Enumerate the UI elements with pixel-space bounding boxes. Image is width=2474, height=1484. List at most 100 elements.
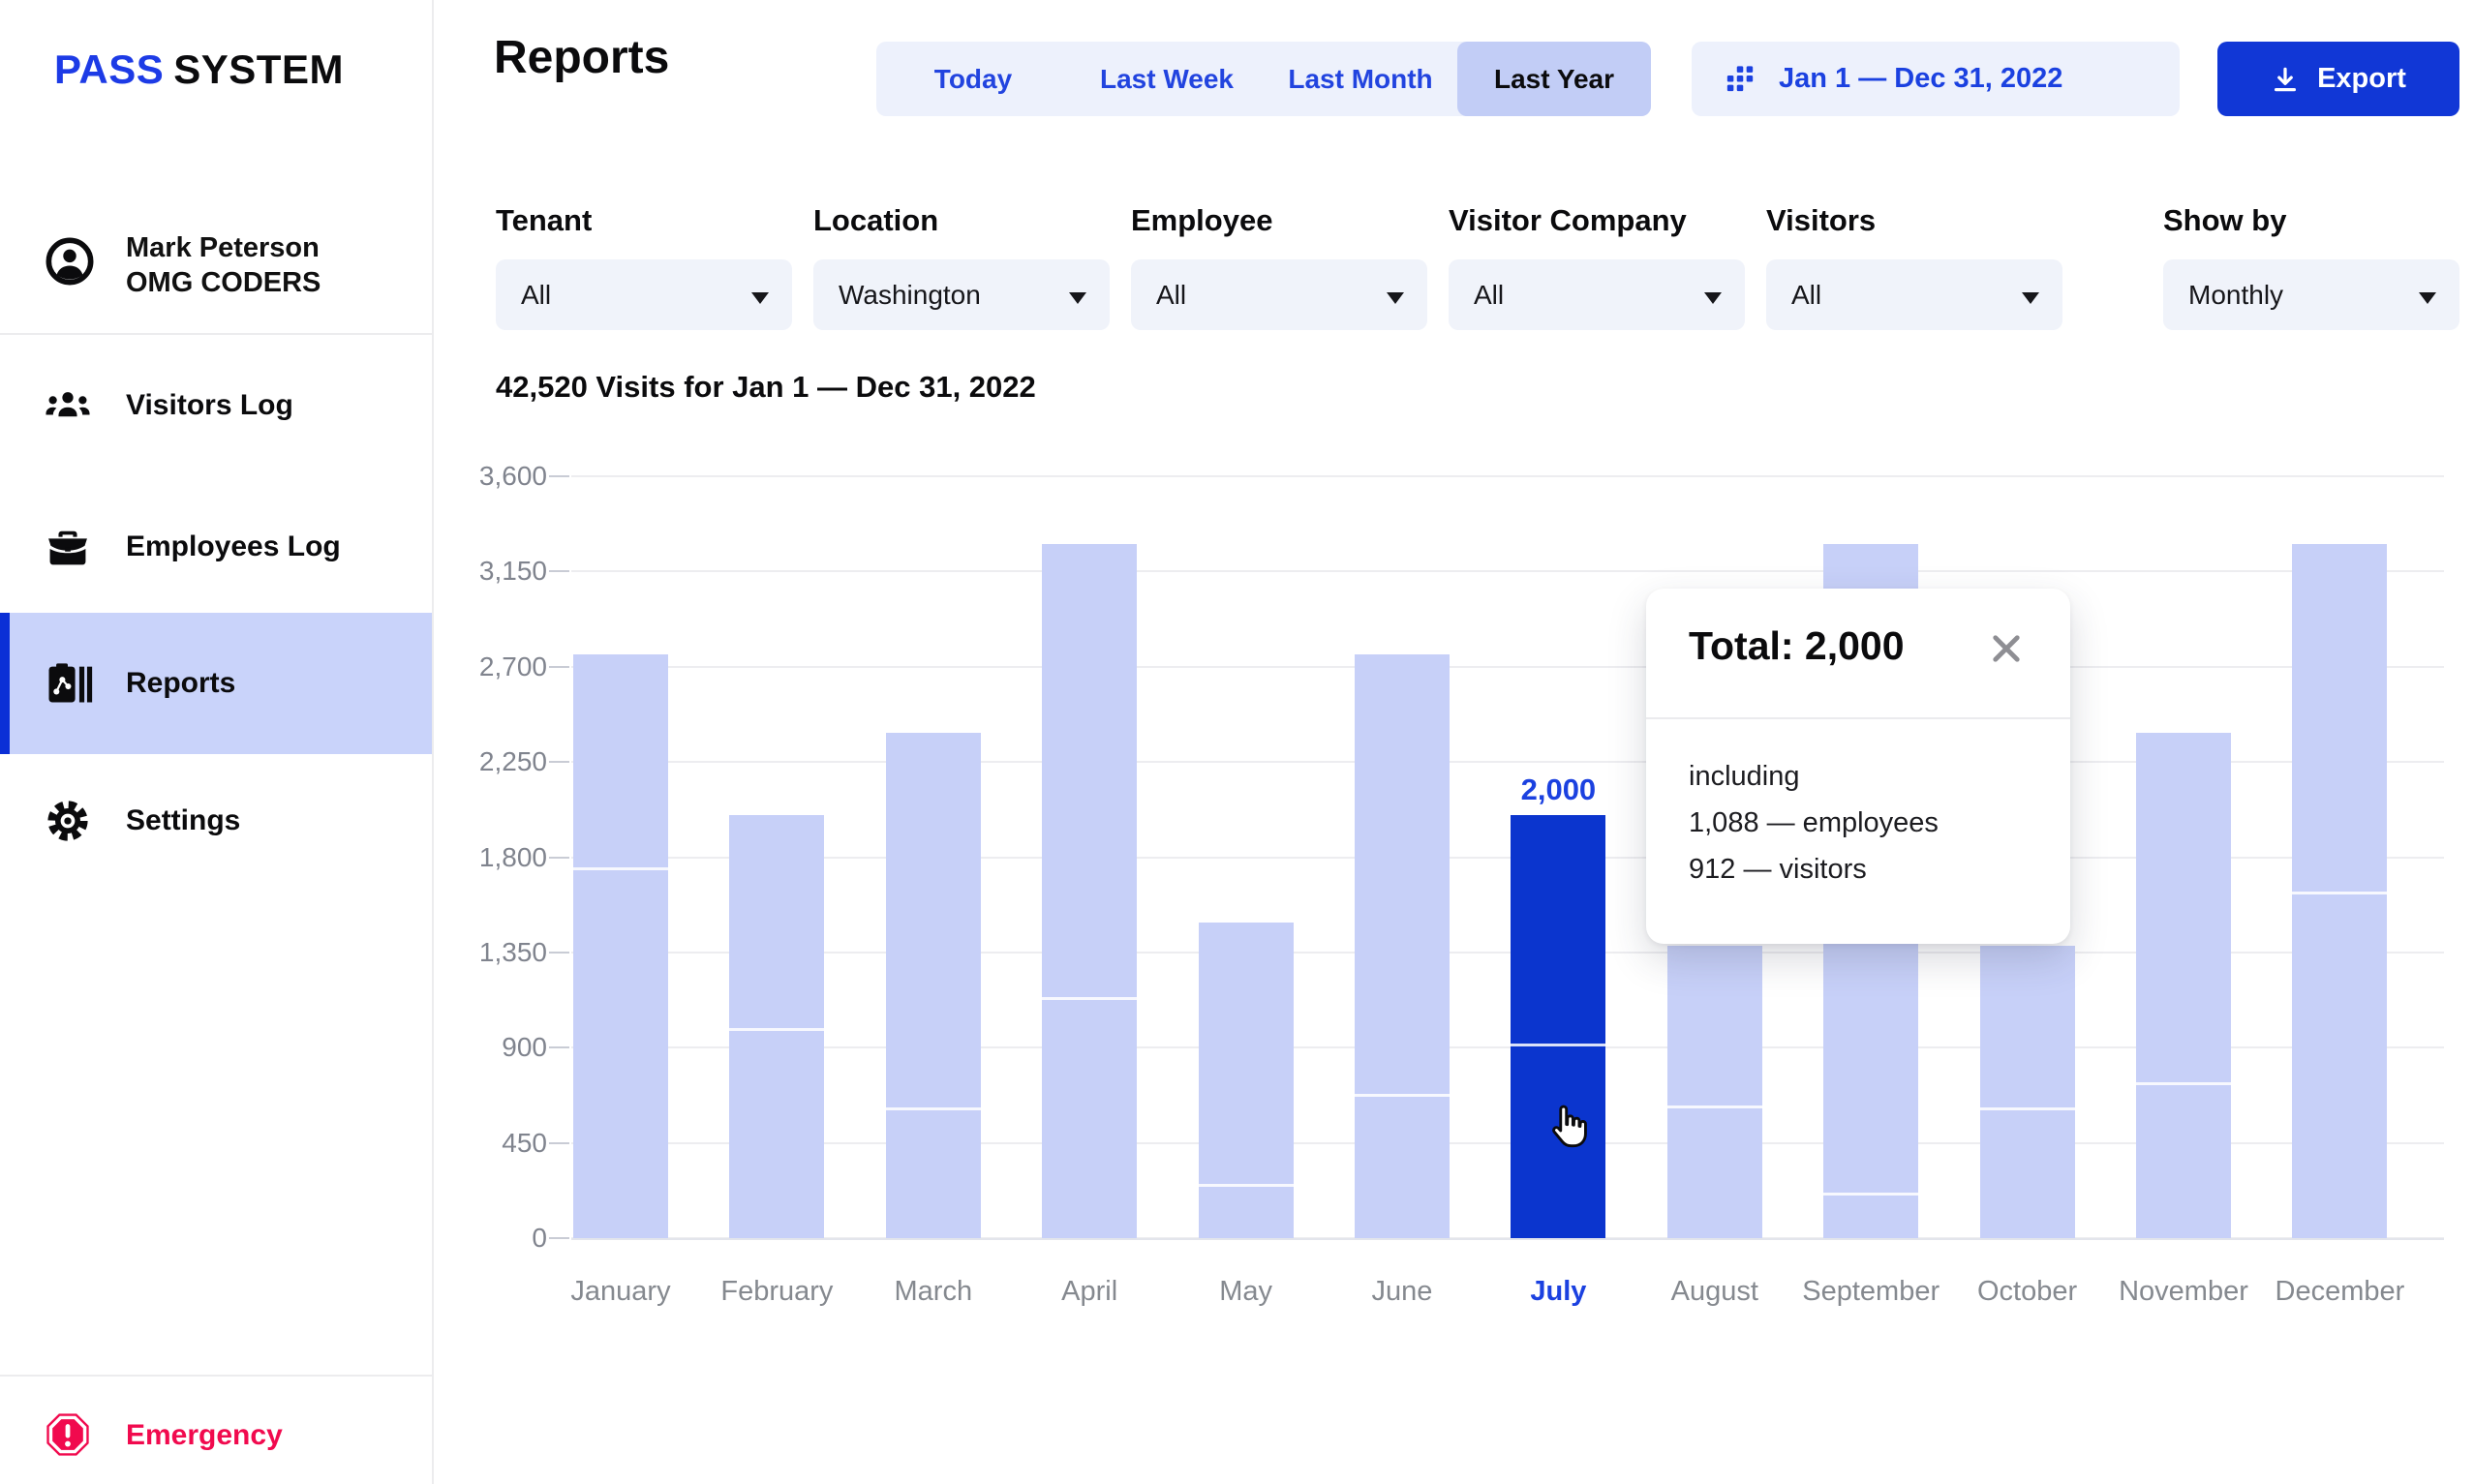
selected-value: Washington xyxy=(839,280,981,311)
user-profile[interactable]: Mark Peterson OMG CODERS xyxy=(0,230,432,300)
briefcase-icon xyxy=(43,522,93,572)
bar-october[interactable] xyxy=(1980,946,2075,1238)
sidebar-item-label: Settings xyxy=(126,804,240,837)
date-range-text: Jan 1 — Dec 31, 2022 xyxy=(1779,63,2062,95)
tooltip-title: Total: 2,000 xyxy=(1689,623,1905,669)
filter-visitor-company: Visitor Company All xyxy=(1449,203,1745,330)
gridline xyxy=(571,666,2444,668)
bar-january[interactable] xyxy=(573,654,668,1238)
y-axis-tick xyxy=(549,761,569,763)
tenant-select[interactable]: All xyxy=(496,259,792,330)
filter-label: Tenant xyxy=(496,203,792,238)
bar-segment-divider xyxy=(1980,1107,2075,1110)
bar-november[interactable] xyxy=(2136,733,2231,1238)
visitors-select[interactable]: All xyxy=(1766,259,2062,330)
chart-heading: 42,520 Visits for Jan 1 — Dec 31, 2022 xyxy=(496,370,1036,405)
y-axis-label: 0 xyxy=(431,1223,547,1254)
y-axis-tick xyxy=(549,952,569,954)
selected-value: All xyxy=(1791,280,1821,311)
bar-april[interactable] xyxy=(1042,544,1137,1238)
date-range-picker[interactable]: Jan 1 — Dec 31, 2022 xyxy=(1692,42,2180,116)
bar-march[interactable] xyxy=(886,733,981,1238)
show-by-select[interactable]: Monthly xyxy=(2163,259,2459,330)
reports-clipboard-icon xyxy=(43,658,93,709)
chevron-down-icon xyxy=(1069,292,1086,304)
logo-part-black: SYSTEM xyxy=(173,46,344,92)
bar-segment-divider xyxy=(2292,892,2387,894)
bar-segment-divider xyxy=(2136,1082,2231,1085)
chevron-down-icon xyxy=(1387,292,1404,304)
visitor-company-select[interactable]: All xyxy=(1449,259,1745,330)
bar-segment-divider xyxy=(1823,1193,1918,1196)
tooltip-divider xyxy=(1646,717,2070,719)
y-axis-tick xyxy=(549,857,569,859)
sidebar-item-emergency[interactable]: Emergency xyxy=(0,1386,432,1483)
filter-show-by: Show by Monthly xyxy=(2163,203,2459,330)
filter-label: Show by xyxy=(2163,203,2459,238)
y-axis-label: 3,150 xyxy=(431,556,547,587)
y-axis-label: 2,250 xyxy=(431,746,547,777)
bar-june[interactable] xyxy=(1355,654,1450,1238)
sidebar-item-reports[interactable]: Reports xyxy=(0,613,432,754)
selected-value: All xyxy=(521,280,551,311)
bar-may[interactable] xyxy=(1199,923,1294,1238)
gear-icon xyxy=(43,796,93,846)
bar-segment-divider xyxy=(1355,1094,1450,1097)
user-name: Mark Peterson xyxy=(126,230,321,265)
filter-tenant: Tenant All xyxy=(496,203,792,330)
y-axis-tick xyxy=(549,666,569,668)
bar-segment-divider xyxy=(573,867,668,870)
sidebar-divider-top xyxy=(0,333,432,335)
sidebar-item-label: Employees Log xyxy=(126,530,341,563)
bar-february[interactable] xyxy=(729,815,824,1238)
tab-last-month[interactable]: Last Month xyxy=(1264,42,1457,116)
location-select[interactable]: Washington xyxy=(813,259,1110,330)
bar-july[interactable] xyxy=(1511,815,1605,1238)
export-button[interactable]: Export xyxy=(2217,42,2459,116)
filter-employee: Employee All xyxy=(1131,203,1427,330)
bar-august[interactable] xyxy=(1667,946,1762,1238)
app-window: PASSSYSTEM Mark Peterson OMG CODERS Visi… xyxy=(0,0,2474,1484)
y-axis-label: 1,800 xyxy=(431,842,547,873)
calendar-grid-icon xyxy=(1725,63,1757,96)
tab-today[interactable]: Today xyxy=(876,42,1070,116)
close-icon[interactable] xyxy=(1989,631,2024,666)
bar-segment-divider xyxy=(886,1107,981,1110)
tooltip-line-visitors: 912 — visitors xyxy=(1689,854,1867,886)
emergency-octagon-icon xyxy=(43,1409,93,1460)
highlighted-bar-value-label: 2,000 xyxy=(1521,772,1597,807)
y-axis-label: 450 xyxy=(431,1128,547,1159)
page-title: Reports xyxy=(494,31,669,84)
y-axis-label: 1,350 xyxy=(431,937,547,968)
avatar-icon xyxy=(45,236,95,287)
selected-value: All xyxy=(1474,280,1504,311)
sidebar-item-label: Visitors Log xyxy=(126,389,293,422)
download-icon xyxy=(2271,65,2300,94)
sidebar-item-label: Emergency xyxy=(126,1419,283,1452)
sidebar: PASSSYSTEM Mark Peterson OMG CODERS Visi… xyxy=(0,0,434,1484)
time-range-tabs: Today Last Week Last Month Last Year xyxy=(876,42,1651,116)
bar-segment-divider xyxy=(1042,997,1137,1000)
tooltip-line-including: including xyxy=(1689,761,1799,793)
bar-tooltip: Total: 2,000 including 1,088 — employees… xyxy=(1646,589,2070,944)
filter-label: Location xyxy=(813,203,1110,238)
y-axis-label: 3,600 xyxy=(431,461,547,492)
gridline xyxy=(571,475,2444,477)
bar-segment-divider xyxy=(729,1028,824,1031)
tab-last-week[interactable]: Last Week xyxy=(1070,42,1264,116)
y-axis-label: 2,700 xyxy=(431,651,547,682)
sidebar-item-employees-log[interactable]: Employees Log xyxy=(0,494,432,600)
sidebar-divider-bottom xyxy=(0,1375,432,1377)
filter-label: Visitors xyxy=(1766,203,2062,238)
filter-visitors: Visitors All xyxy=(1766,203,2062,330)
y-axis-tick xyxy=(549,475,569,477)
bar-segment-divider xyxy=(1199,1184,1294,1187)
filter-label: Employee xyxy=(1131,203,1427,238)
employee-select[interactable]: All xyxy=(1131,259,1427,330)
sidebar-item-settings[interactable]: Settings xyxy=(0,768,432,874)
tab-last-year[interactable]: Last Year xyxy=(1457,42,1651,116)
y-axis-tick xyxy=(549,1142,569,1144)
sidebar-item-visitors-log[interactable]: Visitors Log xyxy=(0,352,432,459)
chevron-down-icon xyxy=(2419,292,2436,304)
chevron-down-icon xyxy=(1704,292,1722,304)
